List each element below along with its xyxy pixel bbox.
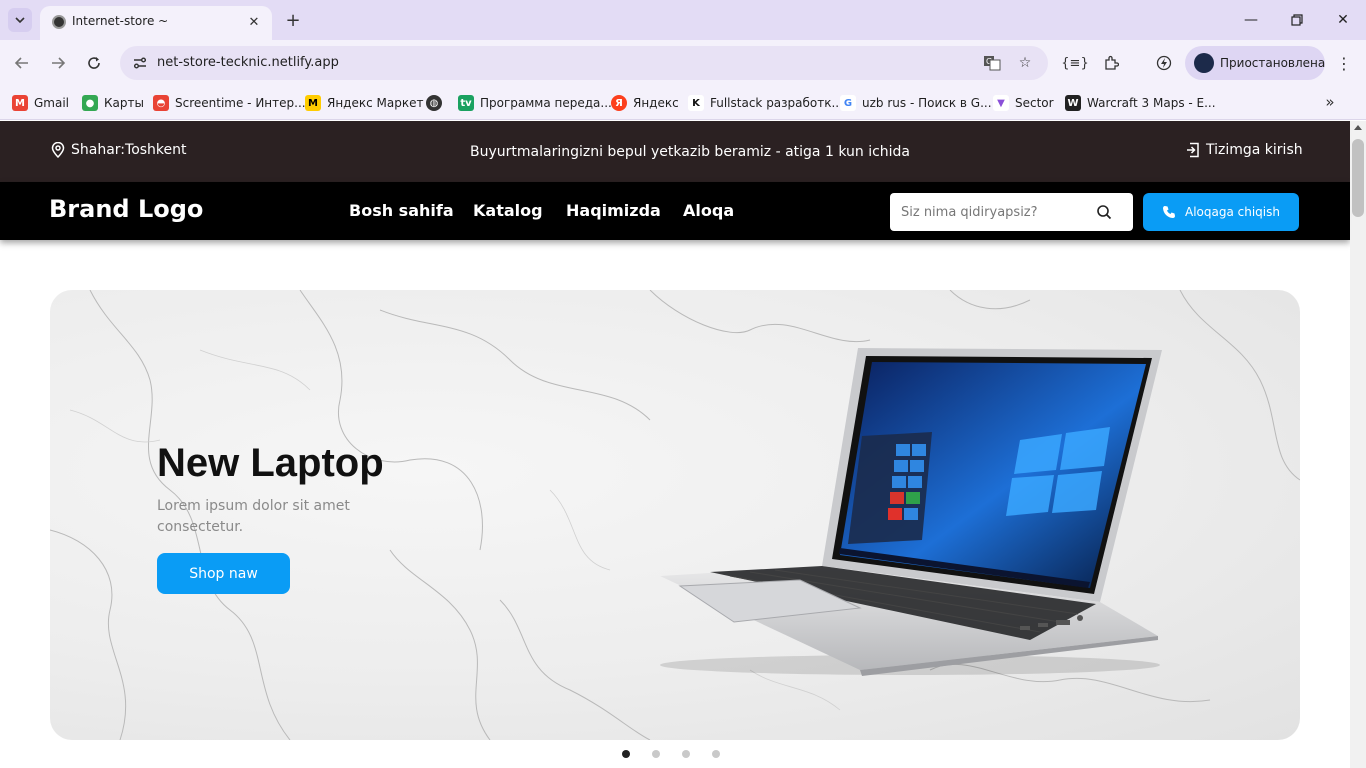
address-bar[interactable]: net-store-tecknic.netlify.app G ☆ [120, 46, 1048, 80]
hero-banner: New Laptop Lorem ipsum dolor sit amet co… [50, 290, 1300, 740]
hero-title: New Laptop [157, 441, 384, 485]
promo-text: Buyurtmalaringizni bepul yetkazib berami… [470, 144, 911, 160]
bookmark-maps[interactable]: ● Карты [82, 92, 144, 114]
tab-search-button[interactable] [8, 8, 32, 32]
google-icon: G [840, 95, 856, 111]
screentime-icon: ◓ [153, 95, 169, 111]
location-pin-icon [51, 142, 65, 158]
browser-tab-bar: Internet-store ~ ✕ + — ✕ [0, 0, 1366, 40]
bookmark-label: Gmail [34, 96, 70, 110]
bookmark-label: Fullstack разработк... [710, 96, 843, 110]
carousel-dot-3[interactable] [682, 750, 690, 758]
carousel-pagination [622, 750, 720, 758]
carousel-dot-2[interactable] [652, 750, 660, 758]
page-scrollbar[interactable] [1350, 121, 1366, 768]
close-window-icon[interactable]: ✕ [1332, 9, 1354, 31]
bookmark-label: Sector [1015, 96, 1054, 110]
translate-icon[interactable]: G [982, 53, 1002, 73]
scroll-thumb[interactable] [1352, 139, 1364, 217]
city-selector[interactable]: Shahar:Toshkent [51, 142, 187, 158]
bookmark-label: Программа переда... [480, 96, 612, 110]
yandex-market-icon: M [305, 95, 321, 111]
search-input[interactable] [890, 193, 1090, 231]
bookmark-label: Яндекс [633, 96, 679, 110]
browser-toolbar: net-store-tecknic.netlify.app G ☆ {≡} Пр… [0, 40, 1366, 86]
browser-tab-active[interactable]: Internet-store ~ ✕ [40, 6, 272, 40]
page-viewport: Shahar:Toshkent Buyurtmalaringizni bepul… [0, 121, 1350, 768]
search-icon[interactable] [1096, 204, 1112, 220]
bookmark-label: Screentime - Интер... [175, 96, 306, 110]
contact-button[interactable]: Aloqaga chiqish [1143, 193, 1299, 231]
city-label: Shahar:Toshkent [71, 142, 187, 158]
close-tab-icon[interactable]: ✕ [244, 12, 264, 32]
bookmark-gmail[interactable]: M Gmail [12, 92, 69, 114]
yandex-icon: Я [611, 95, 627, 111]
login-link[interactable]: Tizimga kirish [1186, 142, 1303, 158]
hero-subtitle: Lorem ipsum dolor sit amet consectetur. [157, 498, 350, 535]
maps-icon: ● [82, 95, 98, 111]
tab-title: Internet-store ~ [72, 14, 169, 28]
bookmark-label: uzb rus - Поиск в G... [862, 96, 992, 110]
extensions-puzzle-icon[interactable] [1100, 52, 1122, 74]
bookmark-fullstack[interactable]: K Fullstack разработк... [688, 92, 843, 114]
bookmark-star-icon[interactable]: ☆ [1015, 53, 1035, 73]
profile-button[interactable]: Приостановлена [1185, 46, 1325, 80]
main-navigation: Brand Logo Bosh sahifa Katalog Haqimizda… [0, 182, 1350, 240]
globe-icon: ◍ [426, 95, 442, 111]
site-favicon-icon [52, 15, 66, 29]
gmail-icon: M [12, 95, 28, 111]
reload-icon[interactable] [81, 50, 107, 76]
chevron-down-icon [15, 17, 25, 24]
phone-icon [1163, 206, 1175, 218]
sector-icon: ▼ [993, 95, 1009, 111]
performance-icon[interactable] [1153, 52, 1175, 74]
back-arrow-icon[interactable] [9, 50, 35, 76]
bookmarks-overflow-icon[interactable]: » [1320, 92, 1340, 112]
bookmark-tv-program[interactable]: tv Программа переда... [458, 92, 612, 114]
bookmark-yandex[interactable]: Я Яндекс [611, 92, 679, 114]
forward-arrow-icon[interactable] [45, 50, 71, 76]
url-text[interactable]: net-store-tecknic.netlify.app [157, 55, 339, 70]
profile-status-label: Приостановлена [1220, 56, 1326, 70]
more-menu-icon[interactable]: ⋮ [1334, 52, 1354, 74]
nav-link-home[interactable]: Bosh sahifa [349, 201, 454, 220]
contact-button-label: Aloqaga chiqish [1185, 205, 1280, 219]
warcraft-icon: W [1065, 95, 1081, 111]
avatar [1194, 53, 1214, 73]
login-icon [1187, 142, 1199, 158]
tv-program-icon: tv [458, 95, 474, 111]
carousel-dot-4[interactable] [712, 750, 720, 758]
login-label: Tizimga kirish [1206, 142, 1303, 158]
bookmark-globe[interactable]: ◍ [426, 92, 442, 114]
bookmark-google-search[interactable]: Guzb rus - Поиск в G... [840, 92, 992, 114]
bookmark-label: Warcraft 3 Maps - E... [1087, 96, 1216, 110]
scroll-up-arrow-icon[interactable] [1354, 125, 1362, 130]
restore-icon[interactable] [1286, 9, 1308, 31]
new-tab-button[interactable]: + [282, 9, 304, 31]
bookmark-warcraft[interactable]: W Warcraft 3 Maps - E... [1065, 92, 1216, 114]
bookmarks-bar: M Gmail ● Карты ◓ Screentime - Интер... M Ян… [0, 86, 1366, 120]
bookmark-sector[interactable]: ▼ Sector [993, 92, 1054, 114]
bookmark-yandex-market[interactable]: M Яндекс Маркет [305, 92, 423, 114]
brand-logo[interactable]: Brand Logo [49, 195, 203, 223]
extension-json-icon[interactable]: {≡} [1061, 52, 1088, 74]
laptop-image [660, 348, 1162, 676]
k-logo-icon: K [688, 95, 704, 111]
bookmark-label: Карты [104, 96, 144, 110]
shop-now-button[interactable]: Shop naw [157, 553, 290, 594]
search-box [890, 193, 1133, 231]
bookmark-screentime[interactable]: ◓ Screentime - Интер... [153, 92, 306, 114]
nav-link-contact[interactable]: Aloqa [683, 201, 734, 220]
nav-link-about[interactable]: Haqimizda [566, 201, 661, 220]
top-info-bar: Shahar:Toshkent Buyurtmalaringizni bepul… [0, 121, 1350, 182]
nav-link-catalog[interactable]: Katalog [473, 201, 543, 220]
bookmark-label: Яндекс Маркет [327, 96, 424, 110]
carousel-dot-1[interactable] [622, 750, 630, 758]
minimize-icon[interactable]: — [1240, 9, 1262, 31]
site-settings-icon[interactable] [132, 55, 148, 71]
